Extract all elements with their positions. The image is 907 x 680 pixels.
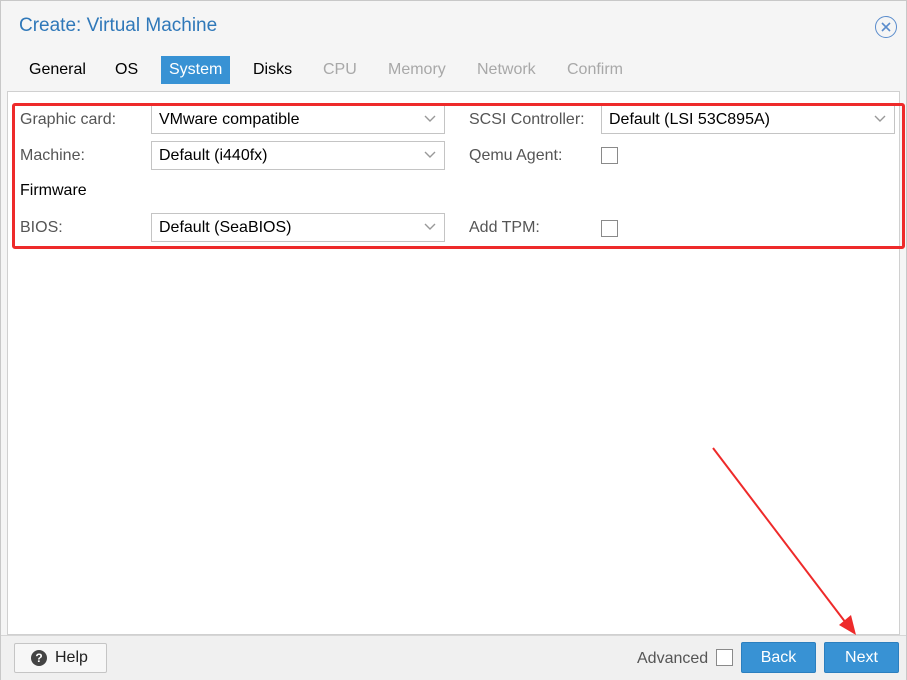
dialog-footer: ? Help Advanced Back Next bbox=[1, 635, 906, 680]
help-button[interactable]: ? Help bbox=[14, 643, 107, 673]
system-panel bbox=[7, 91, 900, 635]
create-vm-dialog: Create: Virtual Machine General OS Syste… bbox=[0, 0, 907, 680]
bios-label: BIOS: bbox=[20, 219, 63, 236]
qemu-agent-label: Qemu Agent: bbox=[469, 147, 563, 164]
wizard-tabs: General OS System Disks CPU Memory Netwo… bbox=[1, 53, 906, 87]
next-button-label: Next bbox=[845, 648, 878, 666]
add-tpm-checkbox[interactable] bbox=[601, 220, 618, 237]
tab-disks[interactable]: Disks bbox=[245, 56, 300, 84]
graphic-card-label: Graphic card: bbox=[20, 111, 117, 128]
close-icon[interactable] bbox=[875, 16, 897, 38]
qemu-agent-checkbox[interactable] bbox=[601, 147, 618, 164]
tab-confirm: Confirm bbox=[567, 61, 624, 78]
tab-general[interactable]: General bbox=[21, 56, 94, 84]
chevron-down-icon bbox=[424, 223, 436, 230]
scsi-controller-select[interactable]: Default (LSI 53C895A) bbox=[601, 105, 895, 134]
scsi-controller-label: SCSI Controller: bbox=[469, 111, 585, 128]
tab-cpu: CPU bbox=[323, 61, 357, 78]
machine-value: Default (i440fx) bbox=[159, 147, 268, 164]
back-button[interactable]: Back bbox=[741, 642, 816, 673]
graphic-card-value: VMware compatible bbox=[159, 111, 300, 128]
add-tpm-label: Add TPM: bbox=[469, 219, 540, 236]
tab-network: Network bbox=[477, 61, 536, 78]
tab-os[interactable]: OS bbox=[107, 56, 146, 84]
tab-memory: Memory bbox=[388, 61, 446, 78]
chevron-down-icon bbox=[874, 115, 886, 122]
help-button-label: Help bbox=[55, 649, 88, 666]
chevron-down-icon bbox=[424, 115, 436, 122]
question-circle-icon: ? bbox=[31, 650, 47, 666]
scsi-controller-value: Default (LSI 53C895A) bbox=[609, 111, 770, 128]
advanced-checkbox[interactable] bbox=[716, 649, 733, 666]
firmware-heading: Firmware bbox=[20, 182, 87, 199]
bios-select[interactable]: Default (SeaBIOS) bbox=[151, 213, 445, 242]
bios-value: Default (SeaBIOS) bbox=[159, 219, 292, 236]
back-button-label: Back bbox=[760, 648, 797, 666]
machine-select[interactable]: Default (i440fx) bbox=[151, 141, 445, 170]
tab-system[interactable]: System bbox=[161, 56, 231, 84]
chevron-down-icon bbox=[424, 151, 436, 158]
advanced-label: Advanced bbox=[637, 650, 709, 667]
graphic-card-select[interactable]: VMware compatible bbox=[151, 105, 445, 134]
next-button[interactable]: Next bbox=[824, 642, 899, 673]
dialog-titlebar: Create: Virtual Machine bbox=[1, 1, 906, 51]
machine-label: Machine: bbox=[20, 147, 85, 164]
dialog-title: Create: Virtual Machine bbox=[19, 15, 218, 36]
